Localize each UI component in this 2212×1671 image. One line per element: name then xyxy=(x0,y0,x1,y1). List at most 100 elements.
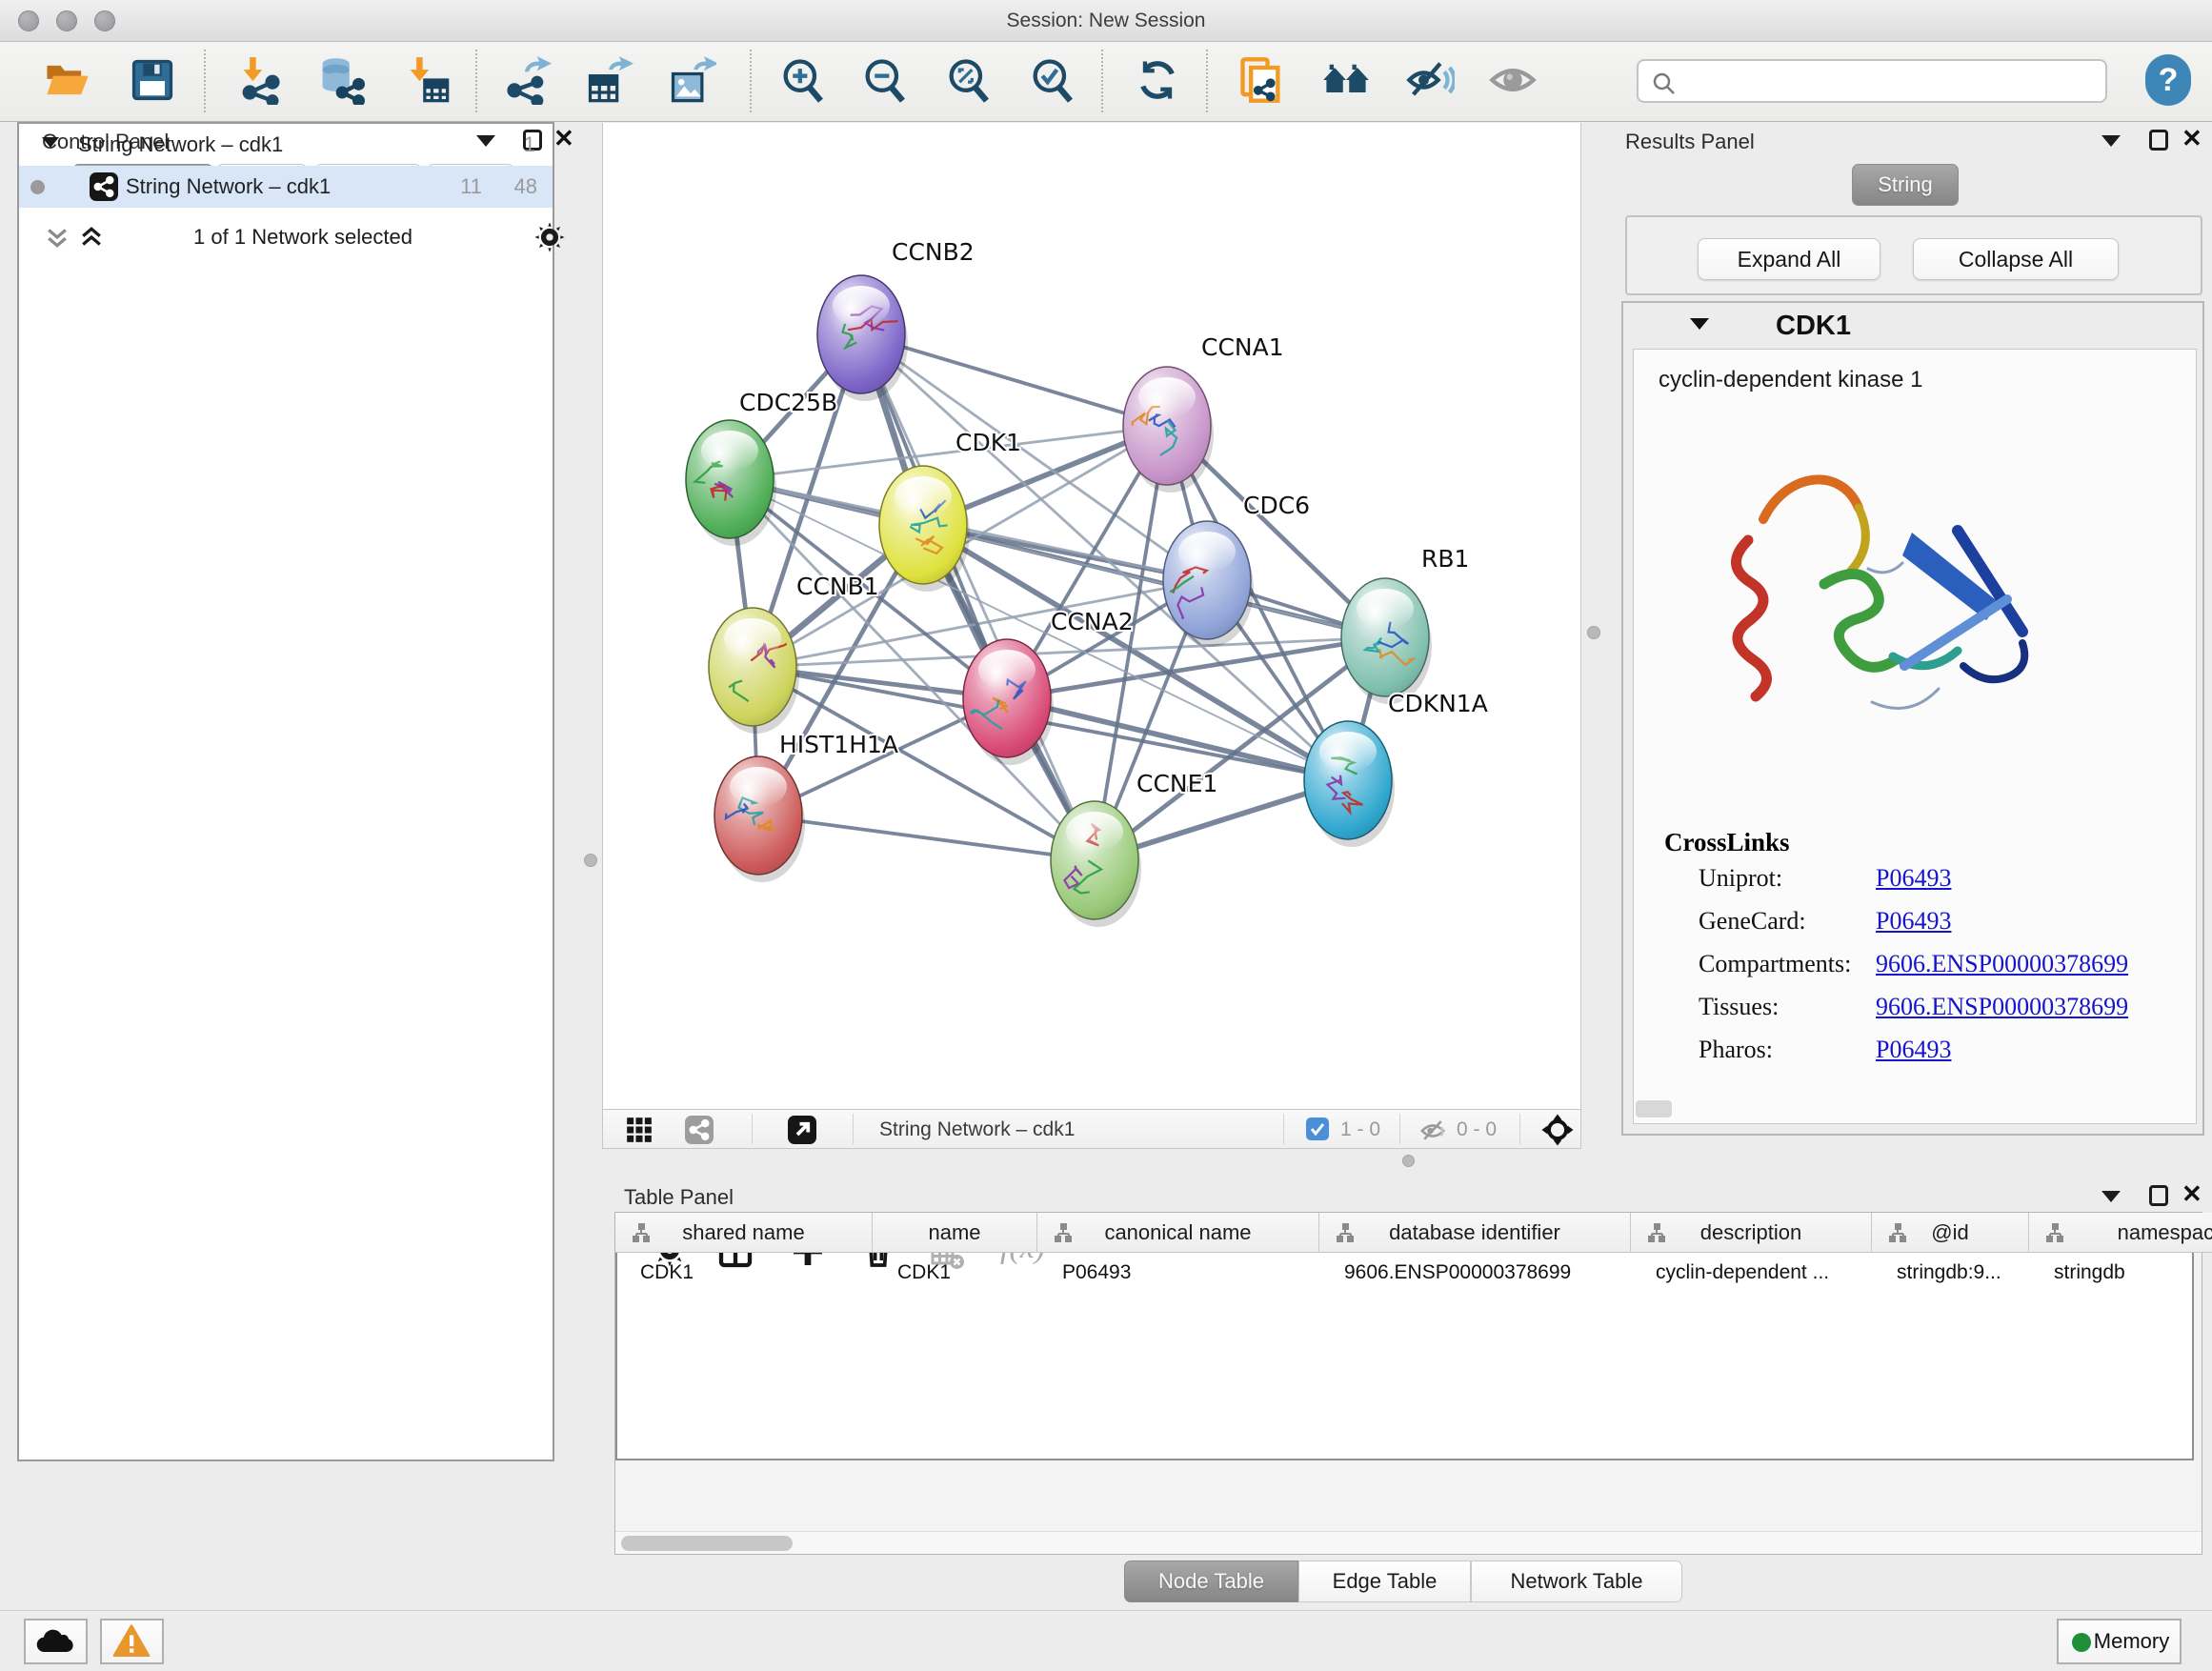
crosslink-genecard-link[interactable]: P06493 xyxy=(1876,907,1951,936)
hide-graphics-details-icon[interactable] xyxy=(1405,55,1455,105)
column-header-canonical-name[interactable]: canonical name xyxy=(1037,1213,1319,1253)
edge-CCNE1-HIST1H1A[interactable] xyxy=(758,815,1095,860)
table-cell[interactable]: 9606.ENSP00000378699 xyxy=(1344,1253,1629,1291)
zoom-out-icon[interactable] xyxy=(859,55,909,105)
import-network-file-icon[interactable] xyxy=(235,55,285,105)
right-splitter-handle[interactable] xyxy=(1587,626,1600,639)
network-collection-row[interactable]: String Network – cdk1 1 xyxy=(19,124,553,166)
edge-CCNB2-CCNE1[interactable] xyxy=(861,334,1095,860)
node-label: CDC25B xyxy=(739,389,837,416)
string-network-badge-icon[interactable] xyxy=(685,1116,714,1144)
save-session-icon[interactable] xyxy=(128,55,177,105)
import-table-file-icon[interactable] xyxy=(402,55,452,105)
column-header-name[interactable]: name xyxy=(873,1213,1037,1253)
open-in-browser-icon[interactable] xyxy=(788,1116,816,1144)
export-table-icon[interactable] xyxy=(584,55,633,105)
selected-counts: 1 - 0 xyxy=(1340,1118,1380,1141)
collection-expander-icon[interactable] xyxy=(42,137,59,148)
copy-network-icon[interactable] xyxy=(1237,55,1286,105)
table-cell[interactable]: CDK1 xyxy=(640,1253,871,1291)
search-input[interactable] xyxy=(1637,59,2107,103)
column-header-@id[interactable]: @id xyxy=(1872,1213,2029,1253)
crosslink-pharos-link[interactable]: P06493 xyxy=(1876,1036,1951,1064)
table-panel-title: Table Panel xyxy=(624,1185,734,1210)
network-edge-count: 48 xyxy=(514,174,537,199)
network-options-gear-icon[interactable] xyxy=(533,221,566,259)
table-cell[interactable]: P06493 xyxy=(1062,1253,1317,1291)
tab-string-results[interactable]: String xyxy=(1852,164,1959,206)
protein-card-header[interactable]: CDK1 xyxy=(1623,303,2202,347)
memory-button[interactable]: Memory xyxy=(2057,1619,2182,1664)
collapse-all-button[interactable]: Collapse All xyxy=(1913,238,2119,280)
selected-checkbox-icon[interactable] xyxy=(1306,1117,1329,1140)
node-CCNB1[interactable]: CCNB1 xyxy=(709,573,879,734)
export-image-icon[interactable] xyxy=(667,55,716,105)
table-cell[interactable]: cyclin-dependent ... xyxy=(1656,1253,1870,1291)
collapse-section-icon[interactable] xyxy=(1690,318,1709,330)
panel-float-icon[interactable] xyxy=(2149,130,2168,151)
cloud-icon xyxy=(34,1626,76,1657)
network-row-selected[interactable]: String Network – cdk1 11 48 xyxy=(19,166,553,208)
home-icon[interactable] xyxy=(1321,55,1371,105)
help-button[interactable]: ? xyxy=(2145,54,2191,106)
left-splitter-handle[interactable] xyxy=(584,854,597,867)
crosslink-compartments-link[interactable]: 9606.ENSP00000378699 xyxy=(1876,950,2128,978)
node-HIST1H1A[interactable]: HIST1H1A xyxy=(714,731,898,882)
status-bar: Memory xyxy=(0,1610,2212,1671)
node-label: CCNB2 xyxy=(892,238,975,266)
crosslink-uniprot-link[interactable]: P06493 xyxy=(1876,864,1951,893)
panel-close-icon[interactable]: ✕ xyxy=(2182,1183,2202,1204)
node-label: CCNA2 xyxy=(1051,608,1134,635)
bottom-splitter-handle[interactable] xyxy=(1402,1155,1415,1167)
panel-float-icon[interactable] xyxy=(2149,1185,2168,1206)
crosslink-tissues-link[interactable]: 9606.ENSP00000378699 xyxy=(1876,993,2128,1021)
node-CCNE1[interactable]: CCNE1 xyxy=(1051,770,1217,927)
collapse-all-networks-icon[interactable] xyxy=(42,223,72,256)
zoom-in-icon[interactable] xyxy=(777,55,827,105)
panel-menu-icon[interactable] xyxy=(2101,1191,2121,1202)
column-header-description[interactable]: description xyxy=(1631,1213,1872,1253)
node-CCNB2[interactable]: CCNB2 xyxy=(817,238,975,401)
import-network-database-icon[interactable] xyxy=(315,55,365,105)
open-session-icon[interactable] xyxy=(42,55,91,105)
expand-all-networks-icon[interactable] xyxy=(76,223,107,256)
node-CDKN1A[interactable]: CDKN1A xyxy=(1304,690,1488,847)
warning-status-button[interactable] xyxy=(100,1619,164,1664)
export-network-icon[interactable] xyxy=(502,55,552,105)
table-cell[interactable]: stringdb:9... xyxy=(1897,1253,2027,1291)
node-label: RB1 xyxy=(1421,545,1469,573)
expand-all-button[interactable]: Expand All xyxy=(1698,238,1880,280)
node-CDC6[interactable]: CDC6 xyxy=(1146,492,1310,647)
cloud-status-button[interactable] xyxy=(24,1619,88,1664)
network-tree: String Network – cdk1 1 String Network –… xyxy=(17,122,554,1461)
table-cell[interactable]: CDK1 xyxy=(897,1253,1036,1291)
current-network-dot-icon xyxy=(30,180,45,194)
table-cell[interactable]: stringdb xyxy=(2054,1253,2194,1291)
toolbar-separator xyxy=(853,1114,854,1144)
tab-network-table[interactable]: Network Table xyxy=(1471,1560,1682,1602)
network-canvas[interactable]: CCNB2CCNA1CDC25BCDK1CDC6RB1CCNB1CCNA2CDK… xyxy=(602,123,1581,1109)
node-RB1[interactable]: RB1 xyxy=(1341,545,1469,704)
panel-close-icon[interactable]: ✕ xyxy=(2182,128,2202,149)
column-header-database-identifier[interactable]: database identifier xyxy=(1319,1213,1631,1253)
crosslink-label: GeneCard: xyxy=(1699,907,1806,936)
tab-edge-table[interactable]: Edge Table xyxy=(1298,1560,1471,1602)
column-header-shared-name[interactable]: shared name xyxy=(615,1213,873,1253)
table-panel-body: f(x) shared namenamecanonical namedataba… xyxy=(614,1212,2202,1555)
node-CCNA1[interactable]: CCNA1 xyxy=(1123,333,1284,493)
show-graphics-details-icon[interactable] xyxy=(1488,55,1538,105)
refresh-icon[interactable] xyxy=(1133,55,1182,105)
birdseye-view-icon[interactable] xyxy=(626,1117,653,1148)
zoom-fit-icon[interactable] xyxy=(943,55,993,105)
panel-close-icon[interactable]: ✕ xyxy=(553,128,574,149)
zoom-selected-icon[interactable] xyxy=(1027,55,1076,105)
horizontal-scrollbar-thumb[interactable] xyxy=(1636,1100,1672,1117)
fit-selected-crosshair-icon[interactable] xyxy=(1540,1113,1575,1152)
node-CDC25B[interactable]: CDC25B xyxy=(686,389,837,546)
tab-node-table[interactable]: Node Table xyxy=(1124,1560,1298,1602)
panel-menu-icon[interactable] xyxy=(2101,135,2121,147)
title-bar: Session: New Session xyxy=(0,0,2212,42)
search-icon xyxy=(1650,70,1679,98)
column-header-namespace[interactable]: namespace xyxy=(2029,1213,2194,1253)
cytoscape-window: Session: New Session xyxy=(0,0,2212,1671)
